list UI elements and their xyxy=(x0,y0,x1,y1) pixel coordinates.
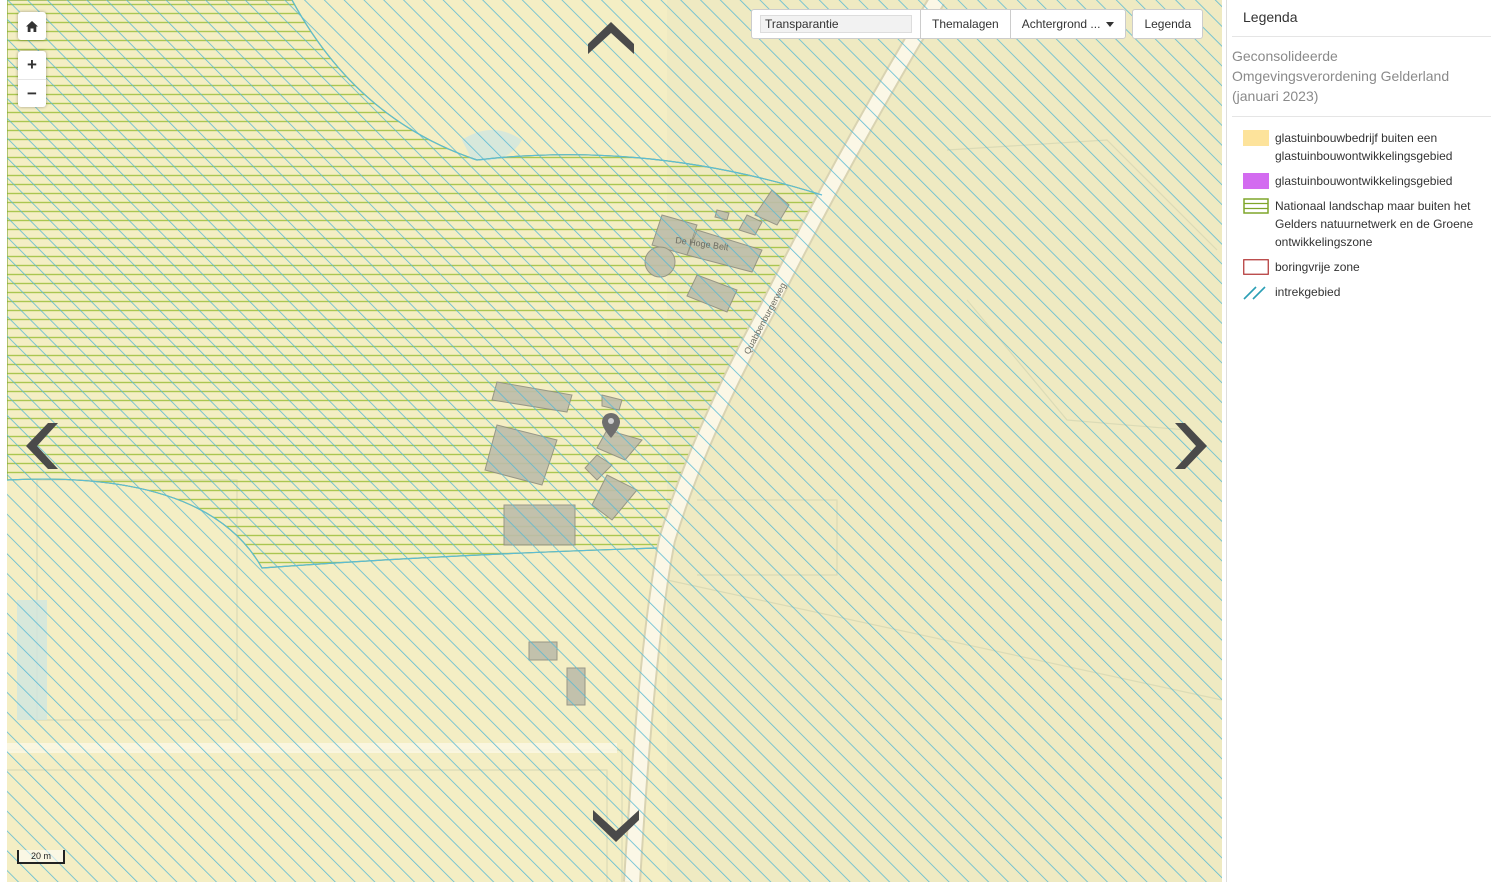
home-button[interactable] xyxy=(18,12,46,40)
legend-swatch-hlines xyxy=(1243,198,1269,214)
zoom-control: + − xyxy=(18,51,46,107)
legend-swatch-diagonal xyxy=(1243,286,1266,300)
home-icon xyxy=(26,20,38,32)
legenda-button[interactable]: Legenda xyxy=(1133,10,1202,38)
map-view[interactable]: De Hoge Belt Quabbenburgerweg + − Transp… xyxy=(7,0,1222,882)
caret-down-icon xyxy=(1106,21,1115,27)
zoom-in-button[interactable]: + xyxy=(18,51,46,79)
themalagen-button[interactable]: Themalagen xyxy=(920,10,1010,38)
legend-swatch-outline xyxy=(1243,259,1269,275)
legend-item: intrekgebied xyxy=(1243,283,1491,301)
map-canvas[interactable]: De Hoge Belt Quabbenburgerweg xyxy=(7,0,1222,882)
scale-bar: 20 m xyxy=(17,850,65,864)
transparency-control xyxy=(752,10,920,38)
legend-item: Nationaal landschap maar buiten het Geld… xyxy=(1243,197,1491,251)
chevron-left-icon[interactable] xyxy=(22,420,62,472)
legend-item: glastuinbouwbedrijf buiten een glastuinb… xyxy=(1243,129,1491,165)
map-toolbar: Themalagen Achtergrond ... Legenda xyxy=(751,9,1204,39)
legend-subtitle: Geconsolideerde Omgevingsverordening Gel… xyxy=(1232,48,1450,104)
legend-label: boringvrije zone xyxy=(1275,260,1360,274)
legend-item: glastuinbouwontwikkelingsgebied xyxy=(1243,172,1491,190)
chevron-down-icon[interactable] xyxy=(590,806,642,846)
legend-label: intrekgebied xyxy=(1275,285,1341,299)
layer-toolbar: Themalagen Achtergrond ... xyxy=(751,9,1127,39)
legend-list: glastuinbouwbedrijf buiten een glastuinb… xyxy=(1227,117,1491,301)
legend-label: Nationaal landschap maar buiten het Geld… xyxy=(1275,199,1474,249)
transparency-input[interactable] xyxy=(760,15,912,33)
legend-swatch-fill xyxy=(1243,130,1269,146)
achtergrond-label: Achtergrond ... xyxy=(1021,17,1101,31)
legend-panel: Legenda Geconsolideerde Omgevingsverorde… xyxy=(1226,0,1491,882)
legend-toggle: Legenda xyxy=(1132,9,1204,39)
legend-label: glastuinbouwontwikkelingsgebied xyxy=(1275,174,1453,188)
legend-swatch-fill xyxy=(1243,173,1269,189)
legend-item: boringvrije zone xyxy=(1243,258,1491,276)
legend-title: Legenda xyxy=(1243,9,1298,25)
chevron-right-icon[interactable] xyxy=(1171,420,1211,472)
home-control[interactable] xyxy=(18,12,46,40)
achtergrond-dropdown[interactable]: Achtergrond ... xyxy=(1009,10,1126,38)
zoom-out-button[interactable]: − xyxy=(18,79,46,107)
legend-label: glastuinbouwbedrijf buiten een glastuinb… xyxy=(1275,131,1453,163)
chevron-up-icon[interactable] xyxy=(585,18,637,58)
